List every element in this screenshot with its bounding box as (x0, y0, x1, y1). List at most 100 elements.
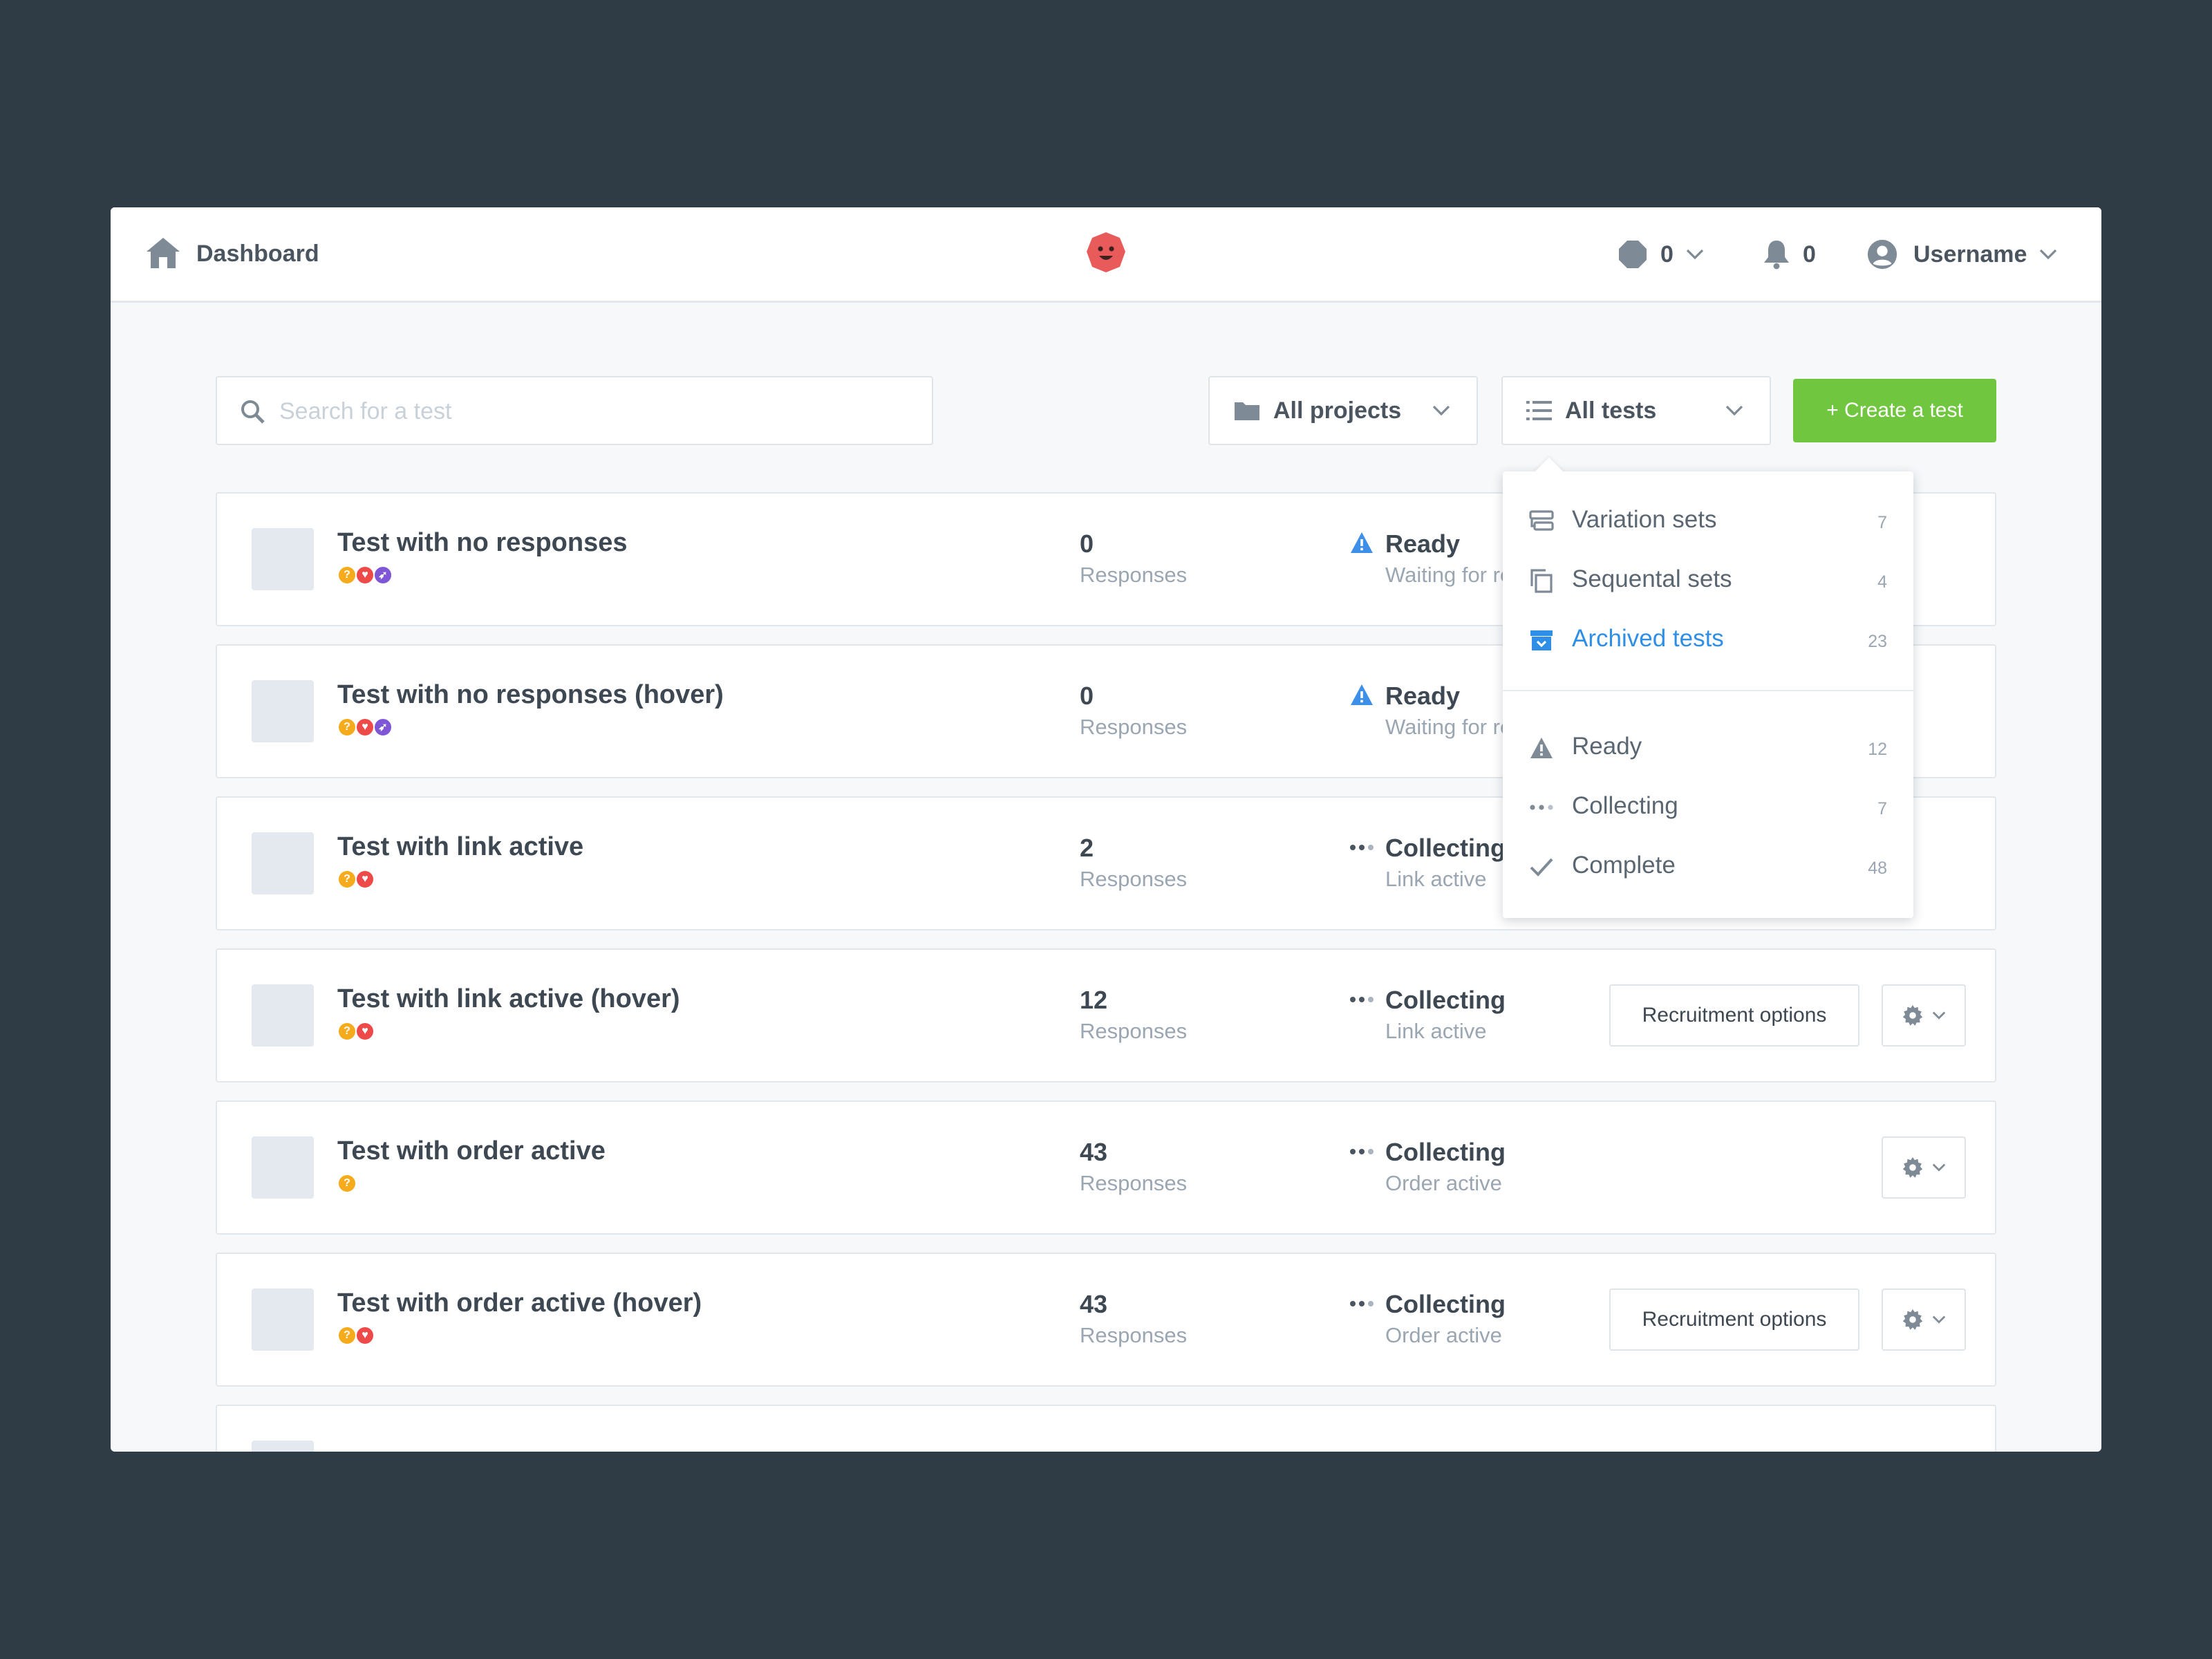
warning-icon (1351, 532, 1373, 553)
collecting-dots-icon (1350, 1149, 1374, 1154)
test-row[interactable]: Test with order active (hover) ? ♥ 43 Re… (216, 1253, 1996, 1387)
menu-item-count: 7 (1877, 513, 1887, 532)
chevron-down-icon (1725, 405, 1743, 416)
user-menu[interactable]: Username (1866, 235, 2057, 274)
recruitment-options-button[interactable]: Recruitment options (1609, 984, 1859, 1047)
tests-filter-menu: Variation sets 7 Sequental sets 4 Archiv… (1503, 457, 1913, 918)
test-name[interactable]: Test with order active (337, 1136, 606, 1166)
menu-item-ready[interactable]: Ready 12 (1503, 719, 1913, 774)
menu-item-label: Archived tests (1572, 625, 1724, 652)
test-thumbnail (252, 1136, 314, 1199)
test-type-badges: ? ♥ (337, 1022, 375, 1041)
question-badge-icon: ? (337, 1326, 357, 1345)
heart-badge-icon: ♥ (355, 1326, 375, 1345)
test-row[interactable] (216, 1405, 1996, 1452)
settings-dropdown-button[interactable] (1882, 1136, 1966, 1199)
test-thumbnail (252, 528, 314, 590)
menu-item-sequential-sets[interactable]: Sequental sets 4 (1503, 552, 1913, 607)
test-name[interactable]: Test with no responses (hover) (337, 680, 724, 710)
chevron-down-icon (1932, 1315, 1946, 1324)
search-box (216, 376, 933, 445)
collecting-dots-icon (1350, 997, 1374, 1002)
page-title[interactable]: Dashboard (196, 241, 319, 268)
menu-item-count: 7 (1877, 799, 1887, 818)
test-name[interactable]: Test with link active (337, 832, 583, 862)
projects-dropdown-label: All projects (1273, 397, 1402, 424)
settings-dropdown-button[interactable] (1882, 1288, 1966, 1351)
question-badge-icon: ? (337, 565, 357, 585)
test-name[interactable]: Test with order active (hover) (337, 1288, 702, 1318)
search-input[interactable] (279, 394, 901, 429)
response-count: 43 (1080, 1290, 1108, 1318)
status-subtitle: Link active (1385, 867, 1487, 891)
test-type-badges: ? ♥ (337, 1326, 375, 1345)
archive-icon (1530, 630, 1553, 650)
menu-item-variation-sets[interactable]: Variation sets 7 (1503, 492, 1913, 547)
status-title: Ready (1385, 682, 1461, 710)
question-badge-icon: ? (337, 718, 357, 737)
chevron-down-icon (1932, 1163, 1946, 1172)
response-count: 0 (1080, 682, 1094, 710)
responses-label: Responses (1080, 1171, 1188, 1195)
responses-label: Responses (1080, 1323, 1188, 1347)
menu-item-label: Complete (1572, 852, 1676, 879)
menu-item-count: 48 (1868, 859, 1887, 878)
test-row[interactable]: Test with order active ? 43 Responses Co… (216, 1100, 1996, 1235)
status-subtitle: Order active (1385, 1323, 1502, 1347)
create-test-button[interactable]: + Create a test (1793, 379, 1996, 442)
test-thumbnail (252, 984, 314, 1047)
credits-menu[interactable]: 0 (1618, 235, 1704, 274)
responses-label: Responses (1080, 715, 1188, 739)
test-thumbnail (252, 832, 314, 894)
chevron-down-icon (1932, 1011, 1946, 1020)
credits-count: 0 (1660, 241, 1674, 268)
heart-badge-icon: ♥ (355, 1022, 375, 1041)
tests-dropdown[interactable]: All tests (1501, 376, 1771, 445)
projects-dropdown[interactable]: All projects (1208, 376, 1478, 445)
response-count: 0 (1080, 529, 1094, 558)
recruitment-options-button[interactable]: Recruitment options (1609, 1288, 1859, 1351)
test-thumbnail (252, 1441, 314, 1452)
home-icon[interactable] (145, 236, 181, 270)
notifications-button[interactable]: 0 (1763, 235, 1816, 274)
test-thumbnail (252, 1288, 314, 1351)
variation-sets-icon (1529, 510, 1554, 531)
tests-dropdown-label: All tests (1565, 397, 1657, 424)
credits-icon (1619, 241, 1647, 268)
response-count: 43 (1080, 1138, 1108, 1166)
question-badge-icon: ? (337, 870, 357, 889)
menu-caret (1534, 457, 1564, 487)
question-badge-icon: ? (337, 1174, 357, 1193)
list-icon (1526, 401, 1552, 420)
status-title: Collecting (1385, 986, 1506, 1014)
status-subtitle: Link active (1385, 1019, 1487, 1043)
gear-icon (1902, 1309, 1923, 1330)
menu-item-count: 12 (1868, 740, 1887, 759)
response-count: 12 (1080, 986, 1108, 1014)
notifications-count: 0 (1803, 241, 1816, 268)
gear-icon (1902, 1157, 1923, 1178)
chevron-down-icon (1432, 405, 1450, 416)
response-count: 2 (1080, 834, 1094, 862)
menu-item-label: Collecting (1572, 792, 1678, 819)
heart-badge-icon: ♥ (355, 870, 375, 889)
status-title: Ready (1385, 529, 1461, 558)
menu-divider (1503, 690, 1913, 691)
test-name[interactable]: Test with link active (hover) (337, 984, 680, 1014)
menu-item-count: 4 (1877, 572, 1887, 592)
status-subtitle: Order active (1385, 1171, 1502, 1195)
warning-icon (1351, 684, 1373, 705)
test-row[interactable]: Test with link active (hover) ? ♥ 12 Res… (216, 948, 1996, 1082)
user-avatar-icon (1867, 239, 1897, 270)
pointer-badge-icon: ➶ (373, 718, 393, 737)
menu-item-count: 23 (1868, 632, 1887, 651)
collecting-dots-icon (1350, 845, 1374, 850)
test-name[interactable]: Test with no responses (337, 528, 627, 558)
menu-item-complete[interactable]: Complete 48 (1503, 838, 1913, 893)
menu-item-archived-tests[interactable]: Archived tests 23 (1503, 611, 1913, 666)
test-thumbnail (252, 680, 314, 742)
search-icon (241, 400, 265, 424)
menu-item-collecting[interactable]: Collecting 7 (1503, 778, 1913, 834)
settings-dropdown-button[interactable] (1882, 984, 1966, 1047)
responses-label: Responses (1080, 867, 1188, 891)
